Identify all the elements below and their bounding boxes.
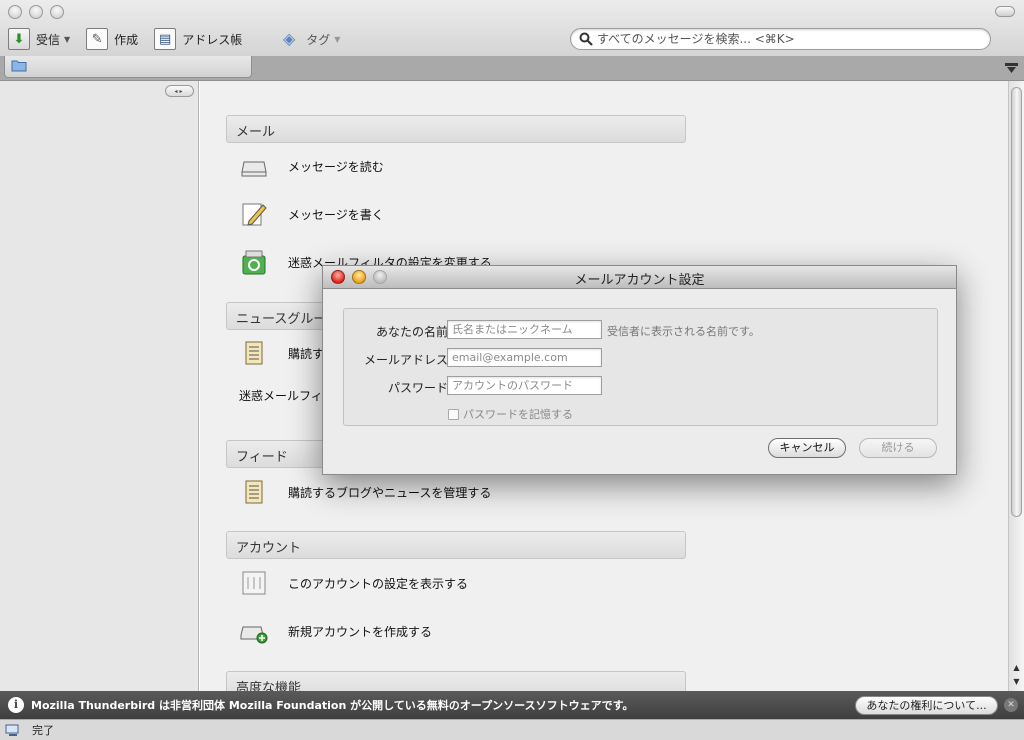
name-field[interactable]: [447, 320, 602, 339]
tag-button[interactable]: ◈ タグ ▼: [278, 28, 340, 50]
account-settings-icon: [242, 571, 266, 595]
tab-folder[interactable]: [4, 56, 252, 78]
scroll-down-icon[interactable]: ▼: [1009, 675, 1024, 689]
get-mail-button[interactable]: ⬇ 受信 ▼: [8, 28, 70, 50]
dropdown-arrow-icon: ▼: [334, 34, 341, 44]
notification-bar: i Mozilla Thunderbird は非営利団体 Mozilla Fou…: [0, 691, 1024, 719]
account-setup-dialog: メールアカウント設定 あなたの名前: 受信者に表示される名前です。 メールアドレ…: [322, 265, 957, 475]
read-messages-label: メッセージを読む: [288, 159, 384, 174]
new-account-icon: [240, 626, 268, 644]
search-input[interactable]: [597, 32, 977, 46]
checkbox-box[interactable]: [448, 408, 459, 420]
search-icon: [579, 32, 593, 46]
remember-password-label: パスワードを記憶する: [463, 408, 573, 421]
view-account-settings-label: このアカウントの設定を表示する: [288, 576, 469, 591]
email-field[interactable]: [447, 348, 602, 367]
dialog-titlebar: メールアカウント設定: [323, 266, 956, 289]
inbox-tray-icon: [241, 161, 267, 177]
name-label: あなたの名前:: [375, 325, 452, 339]
tab-list-icon[interactable]: [1005, 63, 1018, 74]
status-text: 完了: [32, 724, 54, 737]
view-account-settings-link[interactable]: このアカウントの設定を表示する: [240, 569, 468, 597]
name-hint: 受信者に表示される名前です。: [607, 325, 760, 338]
subscribe-newsgroups-link[interactable]: 購読す: [240, 339, 324, 367]
notification-text: Mozilla Thunderbird は非営利団体 Mozilla Found…: [31, 699, 634, 712]
subscribe-label: 購読す: [288, 346, 325, 361]
offline-status-icon[interactable]: [5, 724, 22, 737]
cancel-button[interactable]: キャンセル: [768, 438, 846, 458]
write-label: 作成: [114, 32, 139, 47]
info-icon: i: [8, 697, 24, 713]
section-header-accounts: アカウント: [226, 531, 686, 559]
write-message-link[interactable]: メッセージを書く: [240, 200, 384, 228]
window-controls: [8, 5, 64, 19]
scrollbar-thumb[interactable]: [1011, 87, 1022, 517]
toolbar-toggle-button[interactable]: [995, 6, 1015, 17]
feed-icon: [245, 480, 263, 504]
continue-button[interactable]: 続ける: [859, 438, 937, 458]
address-book-icon: ▤: [154, 28, 177, 50]
download-arrow-icon: ⬇: [8, 28, 30, 50]
tag-icon: ◈: [283, 29, 296, 48]
tag-label: タグ: [306, 32, 331, 47]
write-button[interactable]: ✎ 作成: [86, 28, 138, 50]
minimize-window-button[interactable]: [29, 5, 43, 19]
scroll-up-icon[interactable]: ▲: [1009, 661, 1024, 675]
close-notification-icon[interactable]: ✕: [1004, 698, 1018, 712]
folder-icon: [11, 60, 27, 72]
read-messages-link[interactable]: メッセージを読む: [240, 152, 384, 180]
address-book-button[interactable]: ▤ アドレス帳: [154, 28, 242, 50]
pane-splitter-toggle[interactable]: ◂▸: [165, 85, 194, 97]
content-scrollbar[interactable]: ▲ ▼: [1008, 81, 1024, 691]
window-titlebar: ⬇ 受信 ▼ ✎ 作成 ▤ アドレス帳 ◈ タグ ▼: [0, 0, 1024, 57]
close-window-button[interactable]: [8, 5, 22, 19]
get-mail-label: 受信: [36, 32, 61, 47]
create-account-label: 新規アカウントを作成する: [288, 624, 433, 639]
main-toolbar: ⬇ 受信 ▼ ✎ 作成 ▤ アドレス帳 ◈ タグ ▼: [8, 27, 356, 51]
dialog-title: メールアカウント設定: [574, 273, 705, 288]
know-your-rights-button[interactable]: あなたの権利について...: [855, 696, 998, 715]
news-junk-settings-link[interactable]: 迷惑メールフィル: [239, 387, 335, 404]
status-bar: 完了: [0, 719, 1024, 740]
account-form: あなたの名前: 受信者に表示される名前です。 メールアドレス: パスワード: パ…: [343, 308, 938, 426]
email-label: メールアドレス:: [363, 353, 452, 367]
search-field[interactable]: [570, 28, 991, 50]
create-account-link[interactable]: 新規アカウントを作成する: [240, 617, 432, 645]
section-header-mail: メール: [226, 115, 686, 143]
tab-bar: [0, 56, 1024, 81]
newsgroup-icon: [245, 341, 263, 365]
pencil-icon: ✎: [86, 28, 109, 50]
compose-pencil-icon: [242, 203, 267, 226]
password-field[interactable]: [447, 376, 602, 395]
dropdown-arrow-icon[interactable]: ▼: [64, 35, 70, 44]
password-label: パスワード:: [387, 381, 452, 395]
write-message-label: メッセージを書く: [288, 207, 384, 222]
zoom-window-button[interactable]: [50, 5, 64, 19]
manage-feeds-link[interactable]: 購読するブログやニュースを管理する: [240, 478, 491, 506]
junk-bin-icon: [242, 250, 266, 275]
section-header-advanced: 高度な機能: [226, 671, 686, 691]
remember-password-checkbox[interactable]: パスワードを記憶する: [448, 406, 573, 422]
folder-pane: ◂▸: [0, 81, 199, 691]
manage-feeds-label: 購読するブログやニュースを管理する: [288, 485, 492, 500]
address-book-label: アドレス帳: [182, 32, 243, 47]
